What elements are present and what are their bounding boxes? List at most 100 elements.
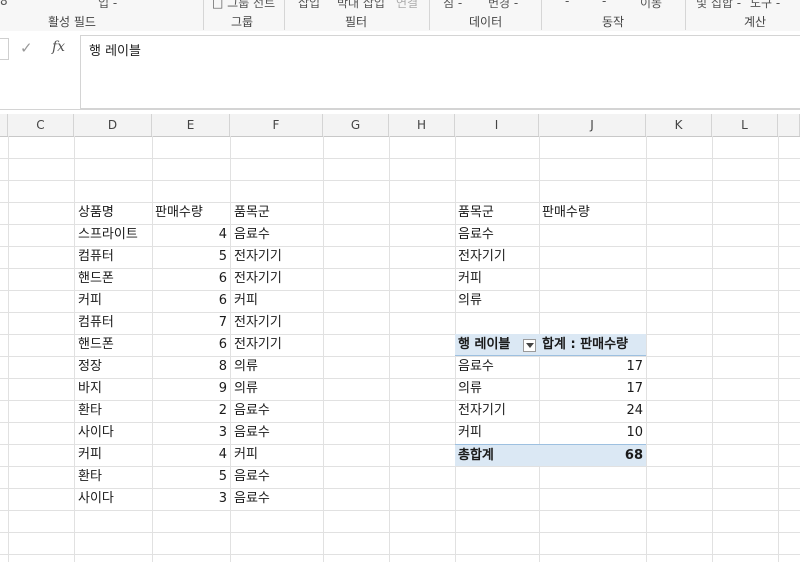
ribbon-fragment[interactable]: 도구 -	[750, 0, 780, 11]
grid-line	[0, 554, 800, 555]
column-header-g[interactable]: G	[323, 114, 389, 136]
pivot-total-label[interactable]: 총합계	[458, 445, 494, 467]
table-cell[interactable]: 의류	[234, 356, 258, 378]
table-cell[interactable]: 커피	[234, 444, 258, 466]
table-cell[interactable]: 음료수	[234, 422, 270, 444]
column-header-e[interactable]: E	[152, 114, 230, 136]
ribbon-fragment[interactable]: 및 집합 -	[696, 0, 741, 11]
ribbon-separator	[541, 0, 542, 30]
worksheet-grid[interactable]: 상품명 판매수량 품목군 스프라이트 4 음료수 컴퓨터 5 전자기기 핸드폰 …	[0, 136, 800, 562]
ribbon-group-label: 필터	[345, 15, 368, 29]
table-cell[interactable]: 전자기기	[234, 312, 282, 334]
column-header-j[interactable]: J	[539, 114, 646, 136]
ribbon-fragment[interactable]: 박대 삽입	[337, 0, 385, 11]
ribbon-group-label: 동작	[602, 15, 625, 29]
pivot-row-label-cell[interactable]: 전자기기	[458, 400, 506, 422]
grid-line	[0, 268, 800, 269]
ribbon-fragment[interactable]: 삽입	[298, 0, 320, 11]
column-header-k[interactable]: K	[646, 114, 712, 136]
grid-line	[0, 246, 800, 247]
column-header-f[interactable]: F	[230, 114, 323, 136]
table-cell[interactable]: 음료수	[234, 224, 270, 246]
table-cell[interactable]: 6	[152, 290, 227, 312]
grid-line	[0, 312, 800, 313]
fx-icon[interactable]: fx	[52, 39, 65, 55]
filter-dropdown-icon[interactable]	[523, 339, 536, 352]
grid-line	[0, 334, 800, 335]
pivot-value-label[interactable]: 합계 : 판매수량	[542, 334, 628, 356]
table-cell[interactable]: 전자기기	[234, 334, 282, 356]
pivot-value-cell[interactable]: 17	[539, 378, 643, 400]
table-cell[interactable]: 전자기기	[234, 268, 282, 290]
pivot-value-cell[interactable]: 17	[539, 356, 643, 378]
table-cell[interactable]: 의류	[234, 378, 258, 400]
column-header-m[interactable]	[778, 114, 800, 136]
summary-header-cat[interactable]: 품목군	[458, 202, 494, 224]
table-cell[interactable]: 음료수	[234, 400, 270, 422]
table-cell[interactable]: 핸드폰	[78, 334, 114, 356]
table-cell[interactable]: 7	[152, 312, 227, 334]
source-header-cat[interactable]: 품목군	[234, 202, 270, 224]
table-cell[interactable]: 의류	[458, 290, 482, 312]
table-cell[interactable]: 음료수	[458, 224, 494, 246]
row-header-corner[interactable]	[0, 114, 8, 136]
table-cell[interactable]: 커피	[458, 268, 482, 290]
table-cell[interactable]: 커피	[78, 444, 102, 466]
ribbon-fragment[interactable]: 침 -	[443, 0, 462, 11]
column-header-l[interactable]: L	[712, 114, 778, 136]
table-cell[interactable]: 컴퓨터	[78, 246, 114, 268]
table-cell[interactable]: 전자기기	[458, 246, 506, 268]
name-box[interactable]	[0, 38, 9, 60]
table-cell[interactable]: 3	[152, 422, 227, 444]
table-cell[interactable]: 8	[152, 356, 227, 378]
table-cell[interactable]: 4	[152, 444, 227, 466]
pivot-row-label-cell[interactable]: 음료수	[458, 356, 494, 378]
source-header-name[interactable]: 상품명	[78, 202, 114, 224]
pivot-total-value[interactable]: 68	[625, 445, 643, 467]
table-cell[interactable]: 전자기기	[234, 246, 282, 268]
table-cell[interactable]: 핸드폰	[78, 268, 114, 290]
source-header-qty[interactable]: 판매수량	[155, 202, 203, 224]
pivot-row-label-cell[interactable]: 의류	[458, 378, 482, 400]
summary-header-qty[interactable]: 판매수량	[542, 202, 590, 224]
grid-line	[230, 136, 231, 562]
ribbon-fragment[interactable]: -	[602, 0, 606, 8]
table-cell[interactable]: 2	[152, 400, 227, 422]
table-cell[interactable]: 컴퓨터	[78, 312, 114, 334]
column-header-d[interactable]: D	[74, 114, 152, 136]
ribbon-fragment[interactable]: □ 그룹 선트	[212, 0, 275, 11]
table-cell[interactable]: 정장	[78, 356, 102, 378]
pivot-row-label-cell[interactable]: 커피	[458, 422, 482, 444]
pivot-value-cell[interactable]: 10	[539, 422, 643, 444]
table-cell[interactable]: 음료수	[234, 466, 270, 488]
ribbon-fragment[interactable]: 변경 -	[488, 0, 518, 11]
column-header-i[interactable]: I	[455, 114, 539, 136]
ribbon-fragment[interactable]: 입 -	[98, 0, 117, 11]
table-cell[interactable]: 3	[152, 488, 227, 510]
table-cell[interactable]: 바지	[78, 378, 102, 400]
table-cell[interactable]: 사이다	[78, 422, 114, 444]
table-cell[interactable]: 6	[152, 334, 227, 356]
column-header-c[interactable]: C	[8, 114, 74, 136]
pivot-value-cell[interactable]: 24	[539, 400, 643, 422]
table-cell[interactable]: 4	[152, 224, 227, 246]
ribbon-fragment[interactable]: 연결	[396, 0, 418, 11]
table-cell[interactable]: 5	[152, 466, 227, 488]
ribbon-fragment[interactable]: 이동	[640, 0, 662, 11]
column-header-h[interactable]: H	[389, 114, 455, 136]
ribbon-fragment[interactable]: 8	[0, 0, 8, 8]
table-cell[interactable]: 커피	[78, 290, 102, 312]
table-cell[interactable]: 사이다	[78, 488, 114, 510]
table-cell[interactable]: 환타	[78, 400, 102, 422]
table-cell[interactable]: 음료수	[234, 488, 270, 510]
formula-input[interactable]: 행 레이블	[80, 35, 800, 109]
table-cell[interactable]: 6	[152, 268, 227, 290]
pivot-row-label[interactable]: 행 레이블	[458, 337, 510, 352]
ribbon-fragment[interactable]: -	[565, 0, 569, 8]
table-cell[interactable]: 환타	[78, 466, 102, 488]
table-cell[interactable]: 스프라이트	[78, 224, 138, 246]
table-cell[interactable]: 5	[152, 246, 227, 268]
table-cell[interactable]: 커피	[234, 290, 258, 312]
check-icon[interactable]: ✓	[20, 39, 33, 57]
table-cell[interactable]: 9	[152, 378, 227, 400]
